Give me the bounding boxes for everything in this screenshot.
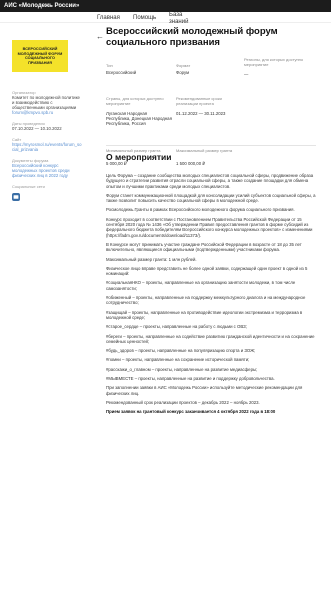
page-title: Всероссийский молодежный форум социально…: [106, 26, 278, 48]
realization-label: Рекомендованные сроки реализации проекта: [176, 96, 222, 106]
nomination-item: #береги – проекты, направленные на содей…: [106, 333, 315, 344]
vk-glyph: [13, 195, 19, 199]
nav-home-link[interactable]: Главная: [97, 15, 120, 21]
regions-label: Регионы, для которых доступно мероприяти…: [244, 57, 304, 67]
nomination-item: #социальнаяНКО – проекты, направленные н…: [106, 280, 296, 291]
nav-bar: Главная Помощь База знаний: [0, 12, 331, 26]
paragraph: Форум станет коммуникационной площадкой …: [106, 192, 316, 204]
type-label: Тип: [106, 63, 113, 68]
paragraph: При заполнении заявки в АИС «Молодежь Ро…: [106, 385, 303, 396]
format-value: Форум: [176, 70, 190, 75]
paragraph: Цель Форума – создание сообщества молоды…: [106, 173, 314, 189]
nomination-item: #обиженный – проекты, направленные на по…: [106, 295, 306, 306]
nomination-item: #расскажи_о_главном – проекты, направлен…: [106, 366, 258, 372]
type-value: Всероссийский: [106, 70, 137, 75]
about-content: Цель Форума – создание сообщества молоды…: [106, 173, 316, 419]
countries-value: Луганская Народная Республика, Донецкая …: [106, 111, 172, 126]
dates-value: 07.10.2022 — 10.10.2022: [12, 126, 62, 131]
forum-logo: ВСЕРОССИЙСКИЙ МОЛОДЕЖНЫЙ ФОРУМ СОЦИАЛЬНО…: [12, 40, 68, 72]
max-grant-label: Максимальный размер гранта: [176, 148, 233, 153]
site-link[interactable]: https://myrosmol.ru/events/forum_social_…: [12, 142, 82, 152]
top-bar: АИС «Молодежь России»: [0, 0, 331, 12]
paragraph: Максимальный размер гранта: 1 млн рублей…: [106, 256, 197, 262]
social-label: Социальные сети: [12, 184, 45, 189]
format-label: Формат: [176, 63, 191, 68]
nomination-item: #МЫВМЕСТЕ – проекты, направленные на раз…: [106, 376, 275, 382]
logo-text: ВСЕРОССИЙСКИЙ МОЛОДЕЖНЫЙ ФОРУМ СОЦИАЛЬНО…: [17, 47, 63, 65]
regions-value: —: [244, 72, 249, 77]
organizer-email-link[interactable]: forum@kmpvo.spb.ru: [12, 110, 82, 115]
vk-icon[interactable]: [12, 193, 20, 201]
app-title[interactable]: АИС «Молодежь России»: [4, 3, 79, 9]
nav-knowledge-base-link[interactable]: База знаний: [169, 12, 191, 26]
nav-help-link[interactable]: Помощь: [133, 15, 156, 21]
paragraph: В Конкурсе могут принимать участие гражд…: [106, 241, 302, 253]
countries-label: Страны, для которых доступно мероприятие: [106, 96, 164, 106]
section-divider: [106, 145, 316, 146]
paragraph: Физическое лицо вправе представить не бо…: [106, 265, 308, 277]
docs-link[interactable]: Всероссийский конкурс молодежных проекто…: [12, 163, 82, 178]
max-grant-value: 1 500 000,00 ₽: [176, 161, 206, 166]
sidebar: ВСЕРОССИЙСКИЙ МОЛОДЕЖНЫЙ ФОРУМ СОЦИАЛЬНО…: [12, 40, 82, 201]
section-title-about: О мероприятии: [106, 152, 172, 162]
organizer-value: Комитет по молодежной политике и взаимод…: [12, 95, 80, 110]
arrow-left-icon[interactable]: ←: [96, 32, 104, 41]
nomination-item: #помни – проекты, направленные на сохран…: [106, 357, 250, 363]
paragraph: Конкурс проходит в соответствии с Постан…: [106, 216, 313, 238]
realization-value: 01.12.2022 — 30.11.2023: [176, 111, 226, 116]
main-content: Всероссийский молодежный форум социально…: [106, 26, 316, 48]
paragraph: Рекомендованный срок реализации проектов…: [106, 399, 260, 405]
deadline-notice: Прием заявок на грантовый конкурс заканч…: [106, 409, 276, 415]
paragraph: Росмолодежь.Гранты в рамках Всероссийско…: [106, 207, 295, 213]
nomination-item: #старое_сердце – проекты, направленные н…: [106, 324, 247, 330]
nomination-item: #защищай – проекты, направленные на прот…: [106, 309, 303, 320]
nomination-item: #будь_здоров – проекты, направленные на …: [106, 348, 256, 354]
